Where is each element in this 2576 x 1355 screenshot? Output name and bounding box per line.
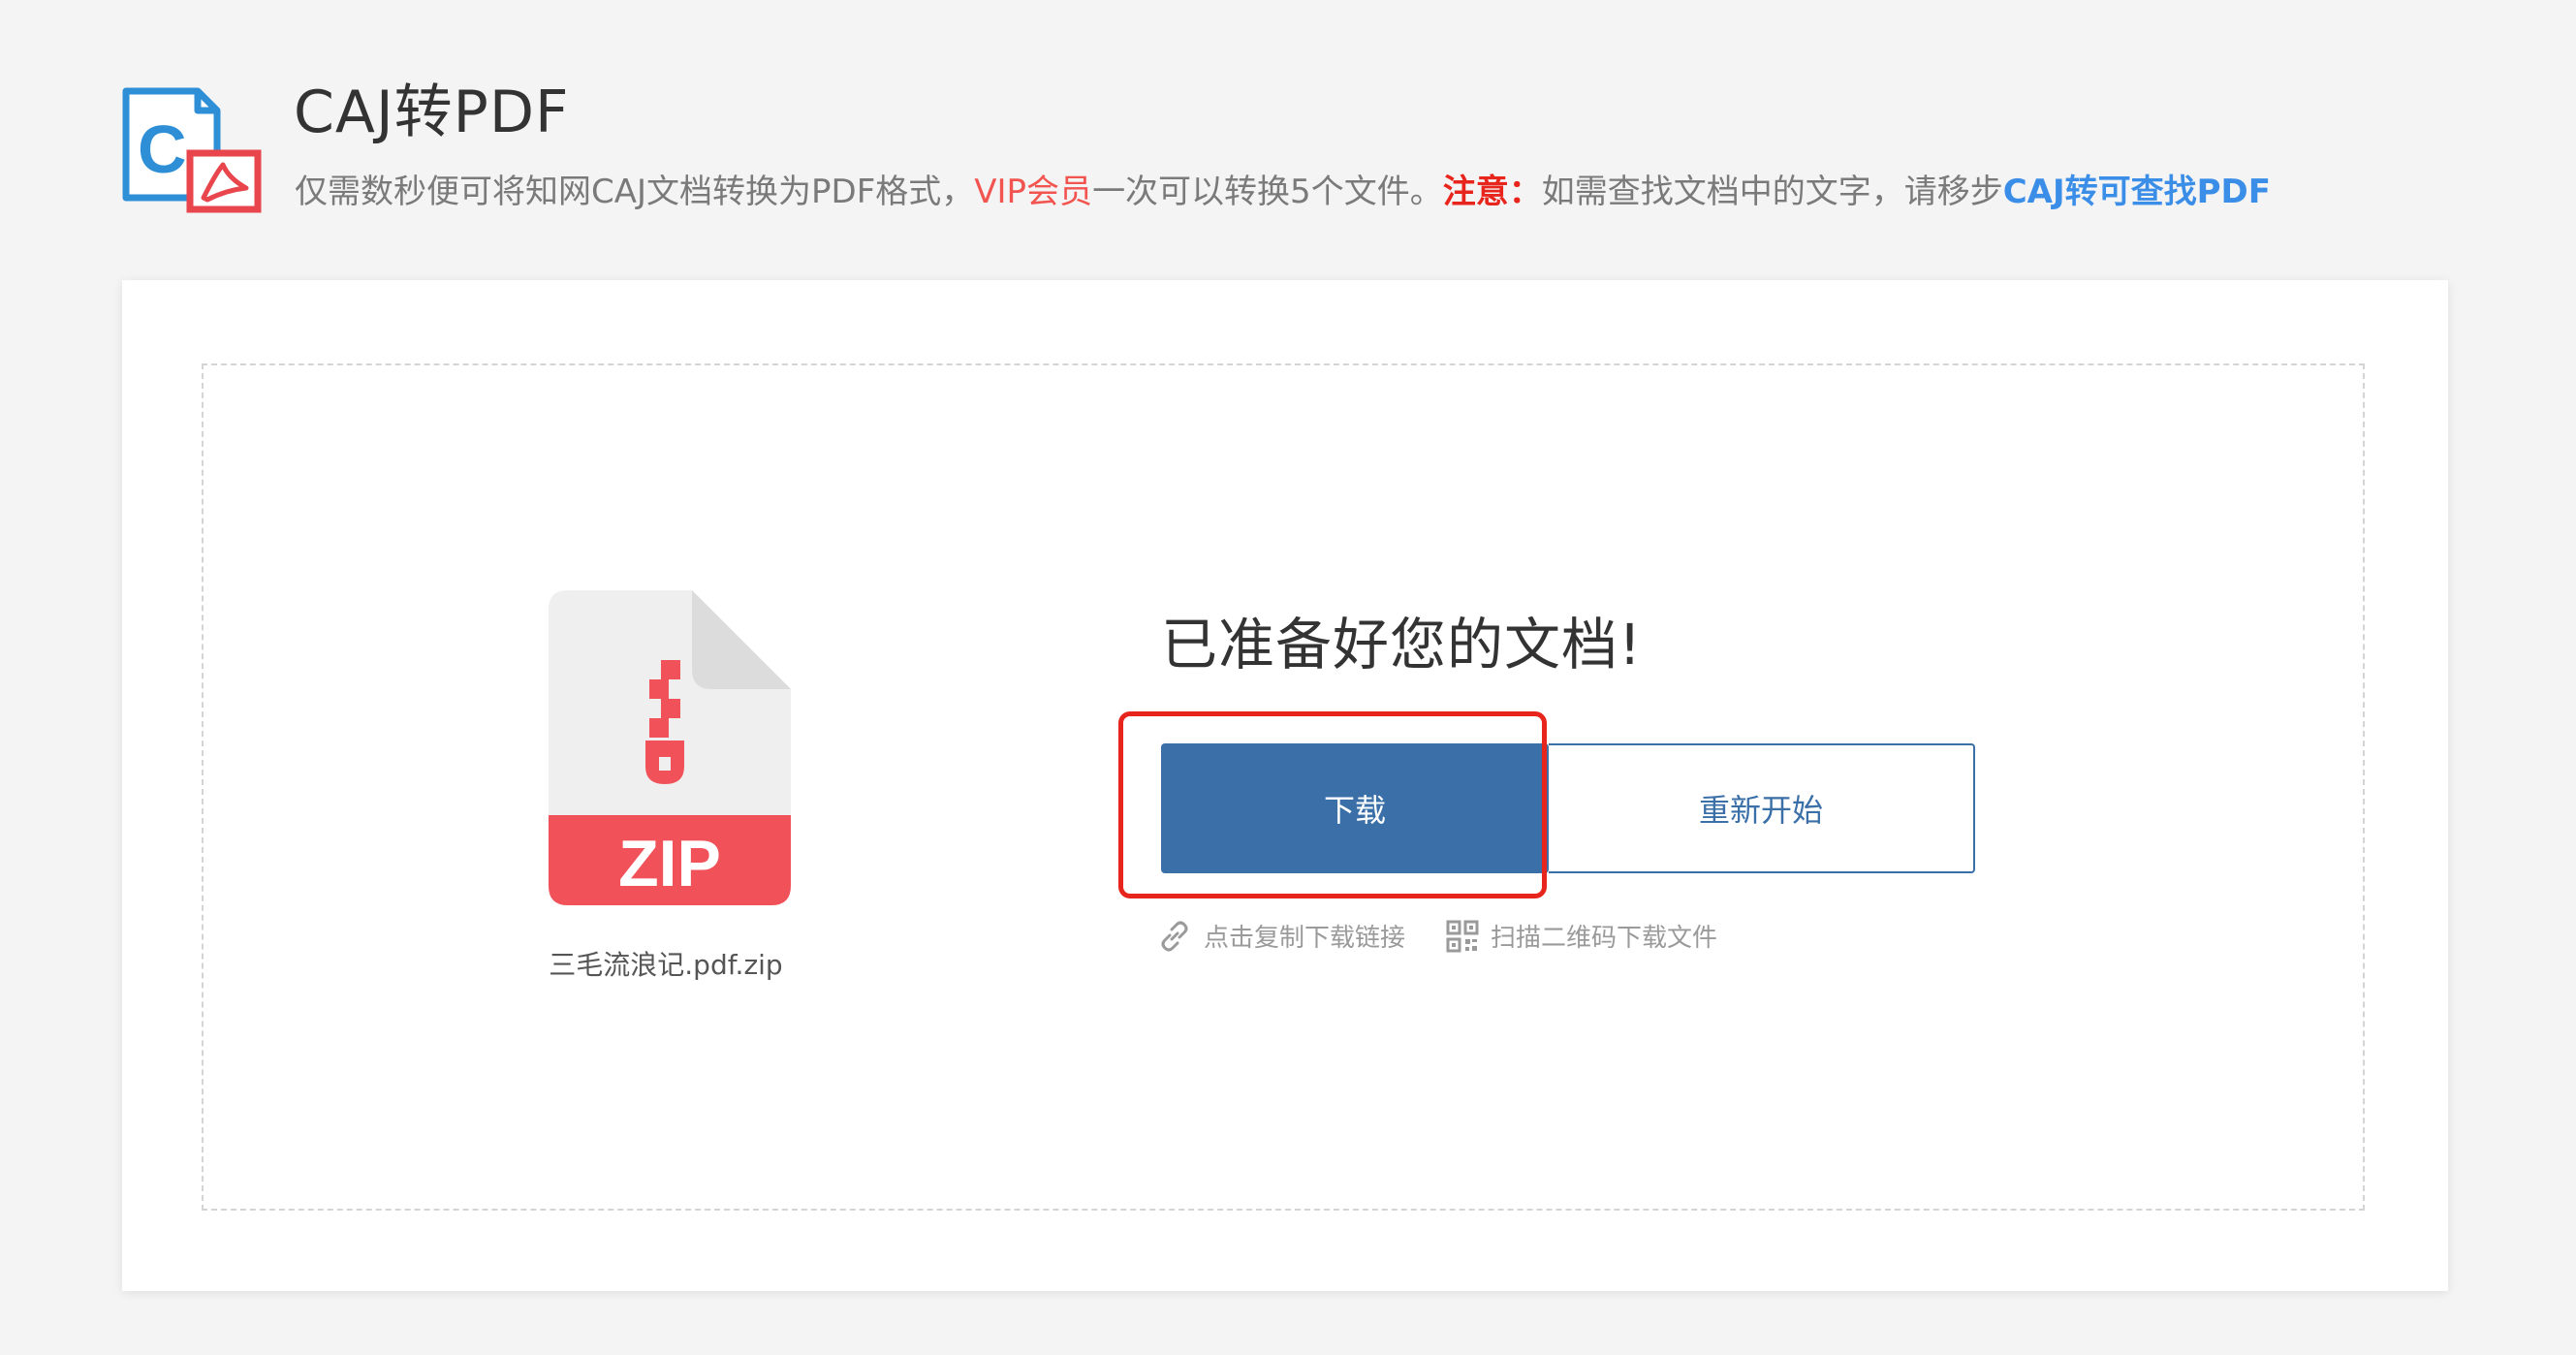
zip-file-icon: ZIP (549, 590, 791, 905)
file-type-label: ZIP (618, 827, 721, 900)
download-highlight (1118, 711, 1547, 898)
restart-button[interactable]: 重新开始 (1549, 743, 1975, 873)
converter-card: ZIP 三毛流浪记.pdf.zip 已准备好您的文档! 下载 重新开始 点击复制… (122, 280, 2448, 1291)
page-title: CAJ转PDF (294, 79, 570, 146)
description-text-2: 一次可以转换5个文件。 (1092, 173, 1443, 211)
vip-label: VIP会员 (974, 173, 1093, 211)
caj-searchable-pdf-link[interactable]: CAJ转可查找PDF (2003, 173, 2271, 211)
note-label: 注意： (1442, 173, 1542, 211)
page-description: 仅需数秒便可将知网CAJ文档转换为PDF格式，VIP会员一次可以转换5个文件。注… (295, 171, 2271, 213)
description-text-3: 如需查找文档中的文字，请移步 (1541, 173, 2003, 211)
description-text: 仅需数秒便可将知网CAJ文档转换为PDF格式， (295, 173, 975, 211)
qr-code-icon (1446, 920, 1479, 952)
caj-to-pdf-icon: C (122, 83, 264, 215)
secondary-actions: 点击复制下载链接 扫描二维码下载文件 (1157, 918, 1717, 954)
link-icon (1161, 921, 1188, 951)
copy-download-link-button[interactable]: 点击复制下载链接 (1157, 918, 1405, 954)
ready-title: 已准备好您的文档! (1161, 612, 1643, 678)
copy-link-label: 点击复制下载链接 (1204, 924, 1406, 953)
scan-qr-code-button[interactable]: 扫描二维码下载文件 (1446, 918, 1717, 954)
file-name: 三毛流浪记.pdf.zip (549, 949, 783, 981)
svg-text:C: C (138, 111, 187, 187)
qr-label: 扫描二维码下载文件 (1491, 924, 1718, 953)
